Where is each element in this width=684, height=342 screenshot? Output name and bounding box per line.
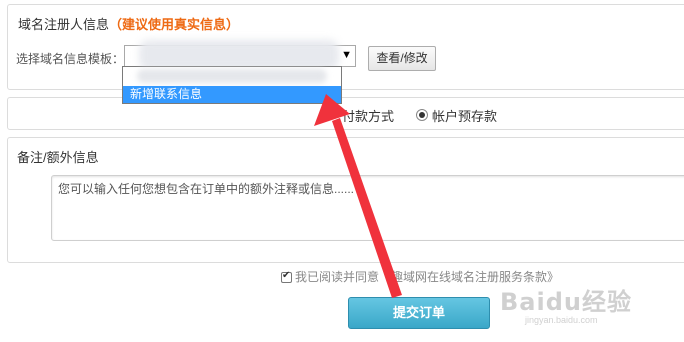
registrant-title-text: 域名注册人信息 (18, 17, 110, 32)
payment-panel: 付款方式 帐户预存款 (7, 97, 684, 130)
dropdown-arrow-icon[interactable]: ▼ (341, 49, 352, 61)
payment-method-label: 付款方式 (342, 109, 395, 124)
watermark-logo: Baidu经验 (500, 288, 632, 316)
remark-title: 备注/额外信息 (17, 150, 99, 165)
baidu-jingyan-watermark: Baidu经验 jingyan.baidu.com (500, 282, 632, 325)
payment-radio[interactable] (416, 109, 428, 121)
dropdown-option-new-contact[interactable]: 新增联系信息 (123, 86, 341, 103)
template-select-label: 选择域名信息模板： (16, 52, 125, 66)
registrant-title: 域名注册人信息（建议使用真实信息） (18, 14, 239, 33)
view-edit-button[interactable]: 查看/修改 (368, 46, 436, 71)
redacted-option-value (137, 69, 327, 83)
dropdown-option-redacted[interactable] (123, 67, 341, 86)
agreement-checkbox[interactable] (281, 270, 292, 283)
submit-order-button[interactable]: 提交订单 (348, 297, 490, 329)
template-select[interactable]: ▼ (124, 40, 356, 70)
payment-option-label[interactable]: 帐户预存款 (432, 106, 497, 125)
registrant-hint: （建议使用真实信息） (109, 17, 240, 32)
registrant-panel: 域名注册人信息（建议使用真实信息） 选择域名信息模板： ▼ 查看/修改 (7, 4, 684, 90)
template-dropdown-list: 新增联系信息 (122, 66, 342, 104)
remark-panel: 备注/额外信息 (7, 137, 684, 263)
remark-textarea[interactable] (51, 175, 684, 241)
